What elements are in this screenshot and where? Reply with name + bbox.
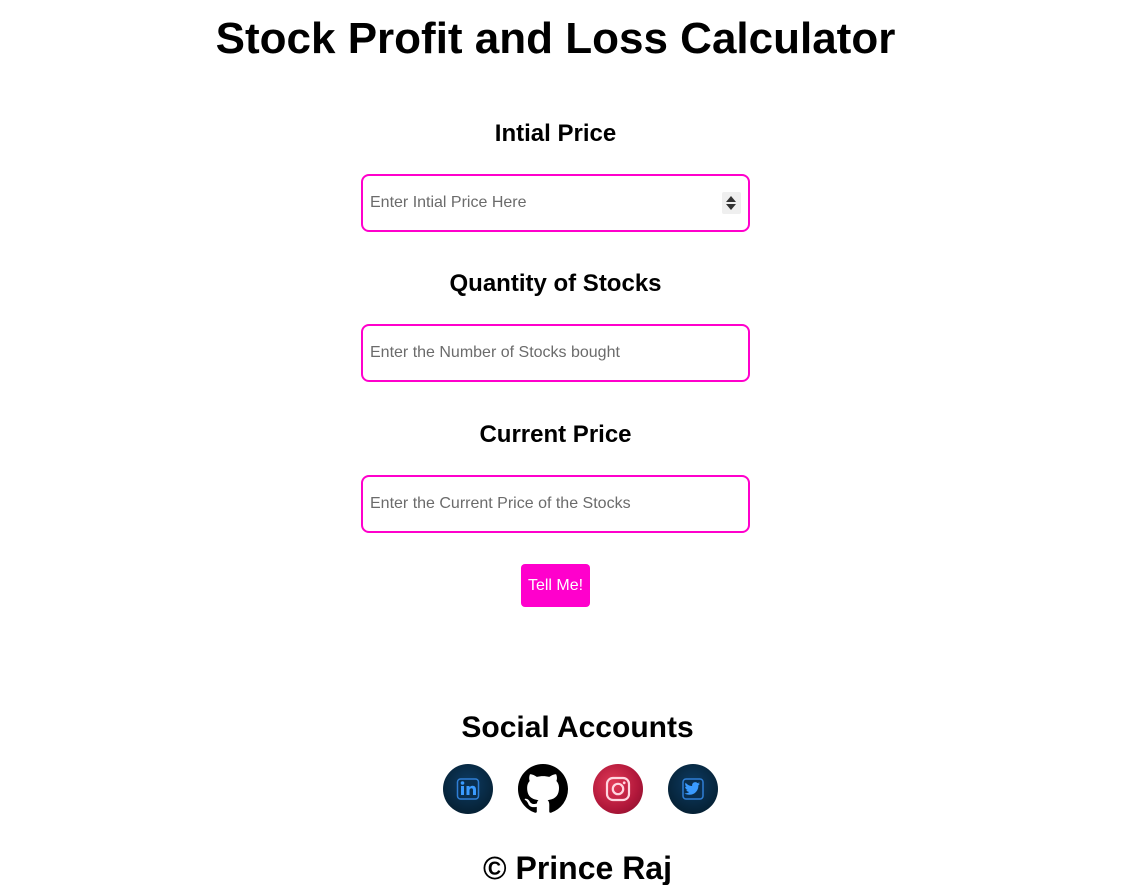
current-price-label: Current Price <box>479 421 632 448</box>
spinner-up-icon[interactable] <box>726 196 736 202</box>
linkedin-icon[interactable] <box>443 764 493 814</box>
quantity-label: Quantity of Stocks <box>449 270 662 297</box>
number-spinner[interactable] <box>722 192 741 214</box>
quantity-input[interactable] <box>361 324 750 382</box>
twitter-icon[interactable] <box>668 764 718 814</box>
initial-price-input[interactable] <box>361 174 750 232</box>
github-icon[interactable] <box>518 764 568 814</box>
spinner-down-icon[interactable] <box>726 204 736 210</box>
social-accounts-heading: Social Accounts <box>461 711 694 744</box>
instagram-icon[interactable] <box>593 764 643 814</box>
page-title: Stock Profit and Loss Calculator <box>215 14 896 63</box>
current-price-input[interactable] <box>361 475 750 533</box>
initial-price-label: Intial Price <box>494 120 617 147</box>
tell-me-button[interactable]: Tell Me! <box>521 564 590 607</box>
page: Stock Profit and Loss Calculator Intial … <box>0 0 1145 885</box>
copyright-text: © Prince Raj <box>483 850 672 885</box>
